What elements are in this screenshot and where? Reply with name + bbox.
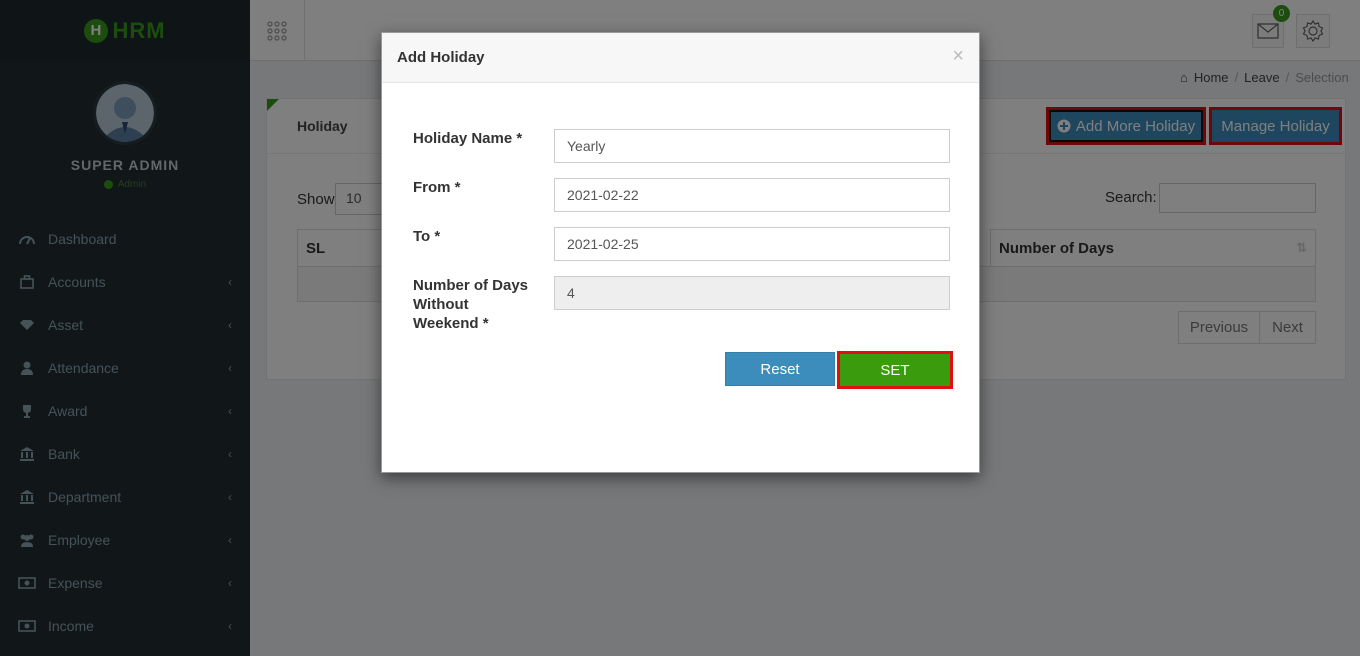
- to-date-input[interactable]: 2021-02-25: [554, 227, 950, 261]
- holiday-name-input[interactable]: Yearly: [554, 129, 950, 163]
- close-icon[interactable]: ×: [952, 45, 964, 68]
- add-holiday-modal: Add Holiday × Holiday Name * Yearly From…: [381, 32, 980, 473]
- modal-header: Add Holiday ×: [382, 33, 979, 83]
- number-of-days-label: Number of Days Without Weekend *: [413, 277, 529, 332]
- set-button[interactable]: SET: [837, 351, 953, 389]
- reset-button[interactable]: Reset: [725, 352, 835, 386]
- number-of-days-input: 4: [554, 276, 950, 310]
- from-date-input[interactable]: 2021-02-22: [554, 178, 950, 212]
- modal-title: Add Holiday: [397, 49, 485, 66]
- from-date-label: From *: [413, 179, 461, 196]
- holiday-name-label: Holiday Name *: [413, 130, 523, 147]
- to-date-label: To *: [413, 228, 441, 245]
